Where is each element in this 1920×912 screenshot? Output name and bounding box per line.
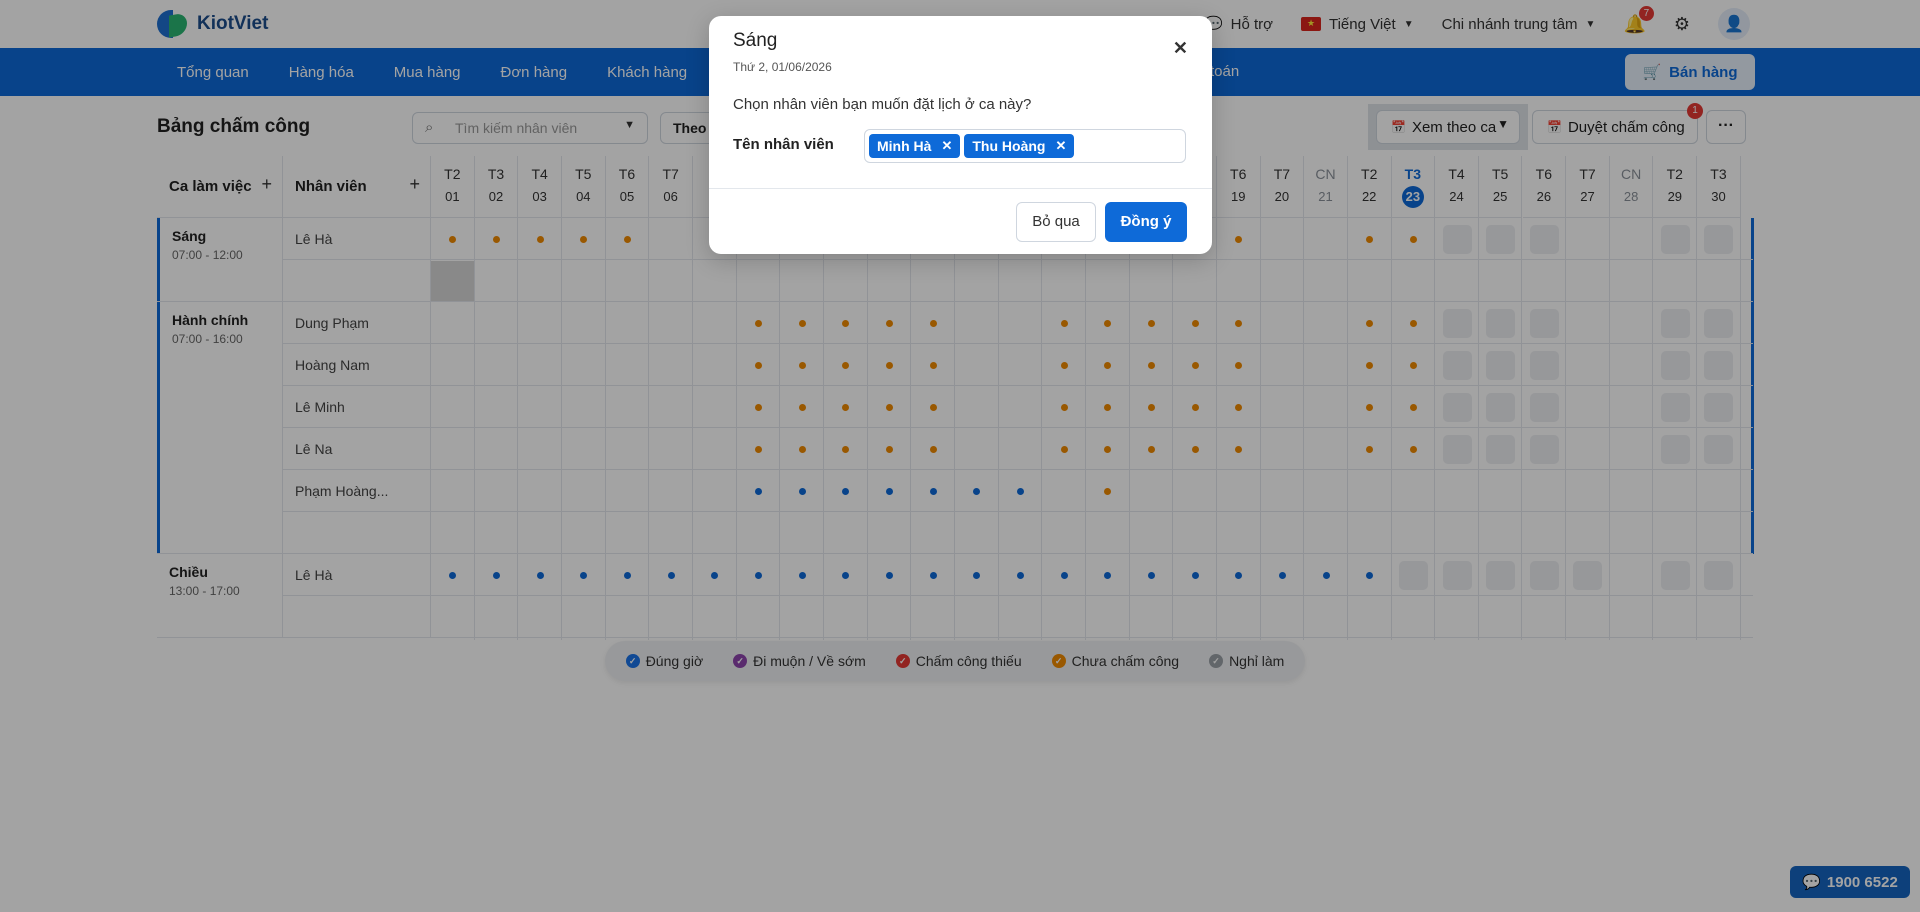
modal-prompt: Chọn nhân viên bạn muốn đặt lịch ở ca nà… [733, 96, 1032, 113]
schedule-modal: Sáng Thứ 2, 01/06/2026 ✕ Chọn nhân viên … [709, 16, 1212, 254]
confirm-button[interactable]: Đồng ý [1105, 202, 1187, 242]
employee-tag: Thu Hoàng ✕ [964, 134, 1075, 158]
modal-title: Sáng [733, 30, 778, 51]
remove-tag-icon[interactable]: ✕ [1055, 138, 1066, 154]
tag-label: Minh Hà [877, 138, 932, 154]
skip-button[interactable]: Bỏ qua [1016, 202, 1096, 242]
modal-divider [709, 188, 1212, 189]
close-icon[interactable]: ✕ [1173, 38, 1188, 59]
employee-tag: Minh Hà ✕ [869, 134, 961, 158]
employee-field-label: Tên nhân viên [733, 136, 834, 153]
employee-tag-input[interactable]: Minh Hà ✕ Thu Hoàng ✕ [864, 129, 1186, 163]
tag-label: Thu Hoàng [972, 138, 1046, 154]
modal-date: Thứ 2, 01/06/2026 [733, 60, 832, 74]
remove-tag-icon[interactable]: ✕ [941, 138, 952, 154]
